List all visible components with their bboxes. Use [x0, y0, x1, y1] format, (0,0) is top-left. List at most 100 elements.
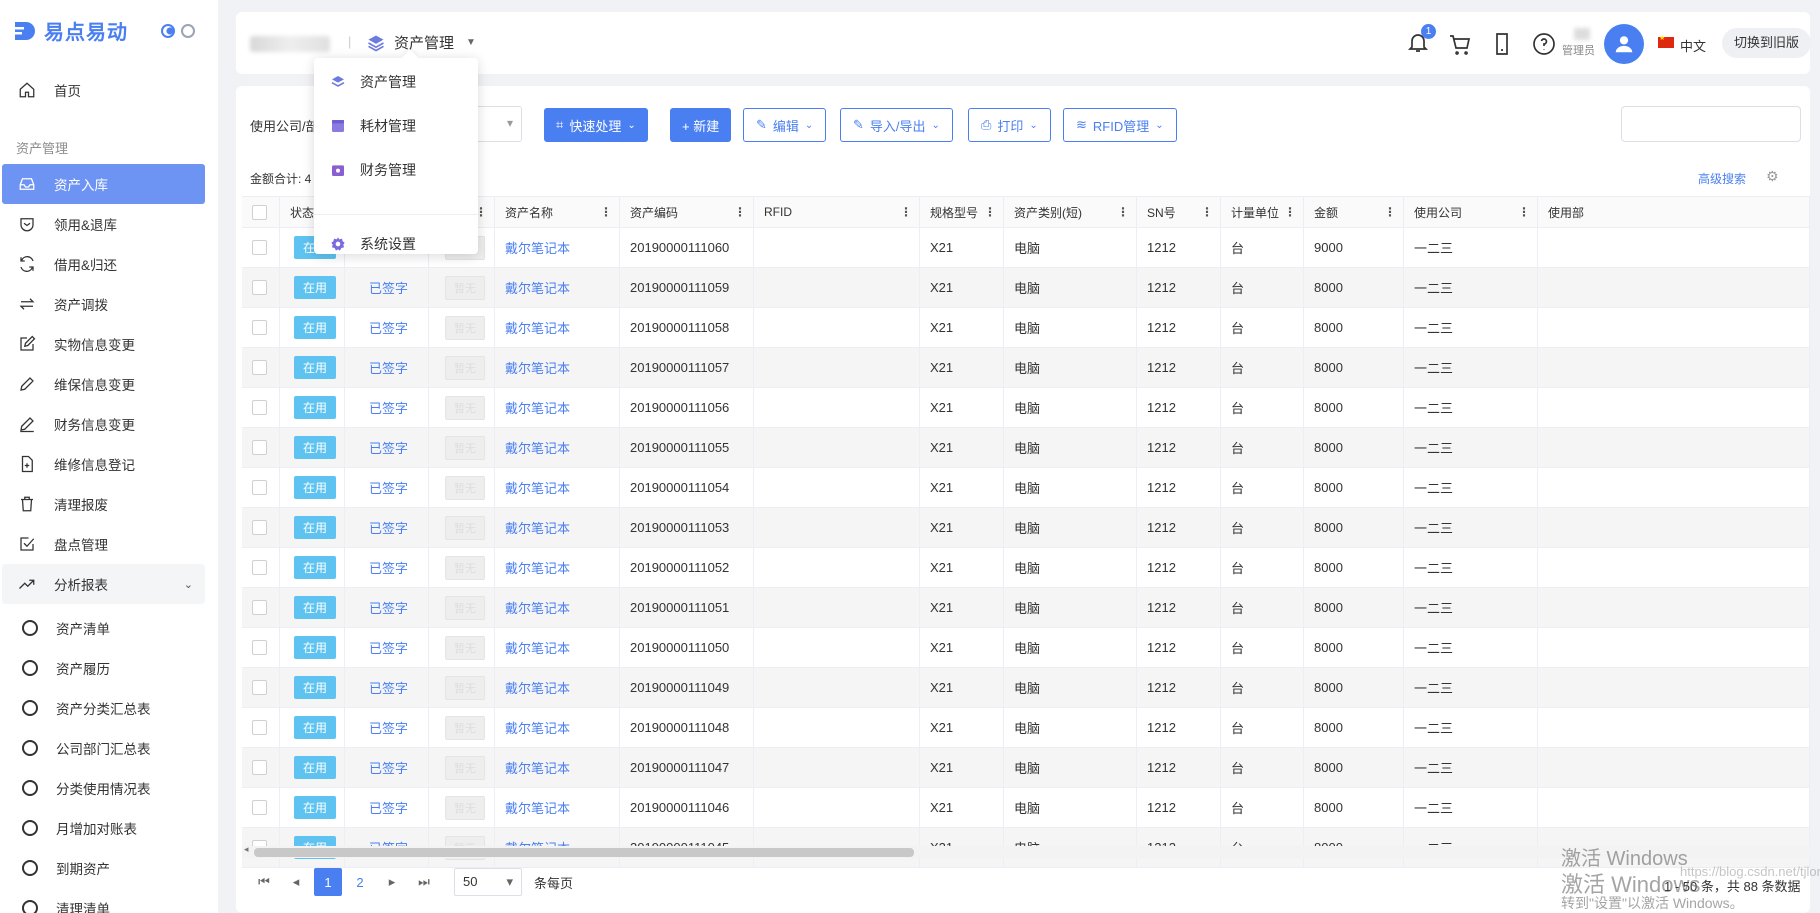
row-checkbox[interactable]: [252, 280, 267, 295]
sign-status-link[interactable]: 已签字: [369, 598, 408, 617]
column-menu-icon[interactable]: ⋮: [1201, 205, 1213, 219]
row-checkbox[interactable]: [252, 360, 267, 375]
switch-old-version-button[interactable]: 切换到旧版: [1722, 28, 1812, 58]
asset-name-link[interactable]: 戴尔笔记本: [505, 798, 570, 817]
row-checkbox[interactable]: [252, 640, 267, 655]
asset-name-link[interactable]: 戴尔笔记本: [505, 518, 570, 537]
asset-name-link[interactable]: 戴尔笔记本: [505, 238, 570, 257]
column-menu-icon[interactable]: ⋮: [1284, 205, 1296, 219]
notifications-button[interactable]: 1: [1406, 24, 1436, 57]
menu-item-consumables[interactable]: 耗材管理: [314, 106, 478, 146]
row-checkbox[interactable]: [252, 480, 267, 495]
print-button[interactable]: ⎙ 打印 ⌄: [968, 108, 1051, 142]
sign-status-link[interactable]: 已签字: [369, 678, 408, 697]
table-row[interactable]: 在用 已签字 暂无 戴尔笔记本 20190000111057 X21 电脑 1212 台 8000…: [242, 348, 1810, 388]
help-icon[interactable]: [1532, 32, 1556, 56]
column-menu-icon[interactable]: ⋮: [734, 205, 746, 219]
quick-process-button[interactable]: ⌗ 快速处理 ⌄: [544, 108, 648, 142]
table-row[interactable]: 在用 已签字 暂无 戴尔笔记本 20190000111058 X21 电脑 1212 台 8000…: [242, 308, 1810, 348]
table-row[interactable]: 在用 已签字 暂无 戴尔笔记本 20190000111055 X21 电脑 1212 台 8000…: [242, 428, 1810, 468]
table-row[interactable]: 在用 已签字 暂无 戴尔笔记本 20190000111053 X21 电脑 1212 台 8000…: [242, 508, 1810, 548]
column-header[interactable]: 资产编码 ⋮: [620, 197, 754, 227]
asset-name-link[interactable]: 戴尔笔记本: [505, 278, 570, 297]
sign-status-link[interactable]: 已签字: [369, 398, 408, 417]
asset-name-link[interactable]: 戴尔笔记本: [505, 438, 570, 457]
table-row[interactable]: 在用 已签字 暂无 戴尔笔记本 20190000111046 X21 电脑 1212 台 8000…: [242, 788, 1810, 828]
column-header[interactable]: 使用公司 ⋮: [1404, 197, 1538, 227]
module-switcher[interactable]: 资产管理 ▼: [366, 32, 476, 53]
table-row[interactable]: 在用 已签字 暂无 戴尔笔记本 20190000111056 X21 电脑 1212 台 8000…: [242, 388, 1810, 428]
asset-name-link[interactable]: 戴尔笔记本: [505, 558, 570, 577]
row-checkbox[interactable]: [252, 560, 267, 575]
china-flag-icon[interactable]: [1658, 34, 1674, 48]
sign-status-link[interactable]: 已签字: [369, 358, 408, 377]
sidebar-item-receive-return[interactable]: 领用&退库: [2, 204, 205, 244]
column-menu-icon[interactable]: ⋮: [1384, 205, 1396, 219]
sidebar-item-maintenance-change[interactable]: 维保信息变更: [2, 364, 205, 404]
settings-circle-icon[interactable]: [181, 24, 195, 38]
language-selector[interactable]: 中文: [1680, 36, 1706, 55]
row-checkbox[interactable]: [252, 400, 267, 415]
sidebar-item-asset-inbound[interactable]: 资产入库: [2, 164, 205, 204]
brand-logo[interactable]: 易点易动: [12, 16, 128, 45]
asset-name-link[interactable]: 戴尔笔记本: [505, 678, 570, 697]
import-export-button[interactable]: ✎ 导入/导出 ⌄: [840, 108, 953, 142]
gear-icon[interactable]: ⚙: [1766, 168, 1779, 185]
sidebar-item-repair[interactable]: 维修信息登记: [2, 444, 205, 484]
column-header[interactable]: 金额 ⋮: [1304, 197, 1404, 227]
avatar[interactable]: [1604, 24, 1644, 64]
sidebar-subitem-category-usage[interactable]: 分类使用情况表: [2, 769, 205, 807]
table-row[interactable]: 在用 已签字 暂无 戴尔笔记本 20190000111048 X21 电脑 1212 台 8000…: [242, 708, 1810, 748]
sidebar-item-disposal[interactable]: 清理报废: [2, 484, 205, 524]
sign-status-link[interactable]: 已签字: [369, 478, 408, 497]
sign-status-link[interactable]: 已签字: [369, 758, 408, 777]
sign-status-link[interactable]: 已签字: [369, 718, 408, 737]
row-checkbox[interactable]: [252, 800, 267, 815]
sidebar-item-home[interactable]: 首页: [2, 70, 205, 110]
rfid-button[interactable]: ≋ RFID管理 ⌄: [1063, 108, 1177, 142]
sidebar-item-physical-change[interactable]: 实物信息变更: [2, 324, 205, 364]
mobile-icon[interactable]: [1490, 32, 1514, 56]
asset-name-link[interactable]: 戴尔笔记本: [505, 598, 570, 617]
row-checkbox[interactable]: [252, 720, 267, 735]
table-row[interactable]: 在用 已签字 暂无 戴尔笔记本 20190000111052 X21 电脑 1212 台 8000…: [242, 548, 1810, 588]
scroll-left-icon[interactable]: ◂: [244, 844, 249, 855]
column-header[interactable]: 资产名称 ⋮: [495, 197, 620, 227]
menu-item-system-settings[interactable]: 系统设置: [314, 224, 478, 264]
sign-status-link[interactable]: 已签字: [369, 558, 408, 577]
column-header[interactable]: SN号 ⋮: [1137, 197, 1221, 227]
column-header[interactable]: 规格型号 ⋮: [920, 197, 1004, 227]
asset-name-link[interactable]: 戴尔笔记本: [505, 318, 570, 337]
sidebar-subitem-category-summary[interactable]: 资产分类汇总表: [2, 689, 205, 727]
sidebar-item-borrow-return[interactable]: 借用&归还: [2, 244, 205, 284]
column-header[interactable]: 计量单位 ⋮: [1221, 197, 1304, 227]
asset-name-link[interactable]: 戴尔笔记本: [505, 398, 570, 417]
last-page-button[interactable]: ⏭: [410, 868, 438, 896]
column-menu-icon[interactable]: ⋮: [1117, 205, 1129, 219]
table-row[interactable]: 在用 已签字 暂无 戴尔笔记本 20190000111051 X21 电脑 1212 台 8000…: [242, 588, 1810, 628]
row-checkbox[interactable]: [252, 680, 267, 695]
row-checkbox[interactable]: [252, 240, 267, 255]
first-page-button[interactable]: ⏮: [250, 868, 278, 896]
column-header[interactable]: RFID ⋮: [754, 197, 920, 227]
asset-name-link[interactable]: 戴尔笔记本: [505, 758, 570, 777]
column-menu-icon[interactable]: ⋮: [600, 205, 612, 219]
menu-item-finance[interactable]: 财务管理: [314, 150, 478, 190]
menu-item-asset-management[interactable]: 资产管理: [314, 62, 478, 102]
column-header[interactable]: 使用部: [1538, 197, 1810, 227]
sidebar-item-transfer[interactable]: 资产调拨: [2, 284, 205, 324]
select-all-checkbox[interactable]: [252, 204, 267, 220]
row-checkbox[interactable]: [252, 600, 267, 615]
sign-status-link[interactable]: 已签字: [369, 318, 408, 337]
row-checkbox[interactable]: [252, 320, 267, 335]
row-checkbox[interactable]: [252, 760, 267, 775]
row-checkbox[interactable]: [252, 440, 267, 455]
sidebar-subitem-expiring[interactable]: 到期资产: [2, 849, 205, 887]
sidebar-subitem-asset-history[interactable]: 资产履历: [2, 649, 205, 687]
prev-page-button[interactable]: ◂: [282, 868, 310, 896]
edit-button[interactable]: ✎ 编辑 ⌄: [743, 108, 827, 142]
advanced-search-link[interactable]: 高级搜索: [1698, 170, 1746, 187]
next-page-button[interactable]: ▸: [378, 868, 406, 896]
sign-status-link[interactable]: 已签字: [369, 438, 408, 457]
sidebar-item-reports[interactable]: 分析报表 ⌄: [2, 564, 205, 604]
